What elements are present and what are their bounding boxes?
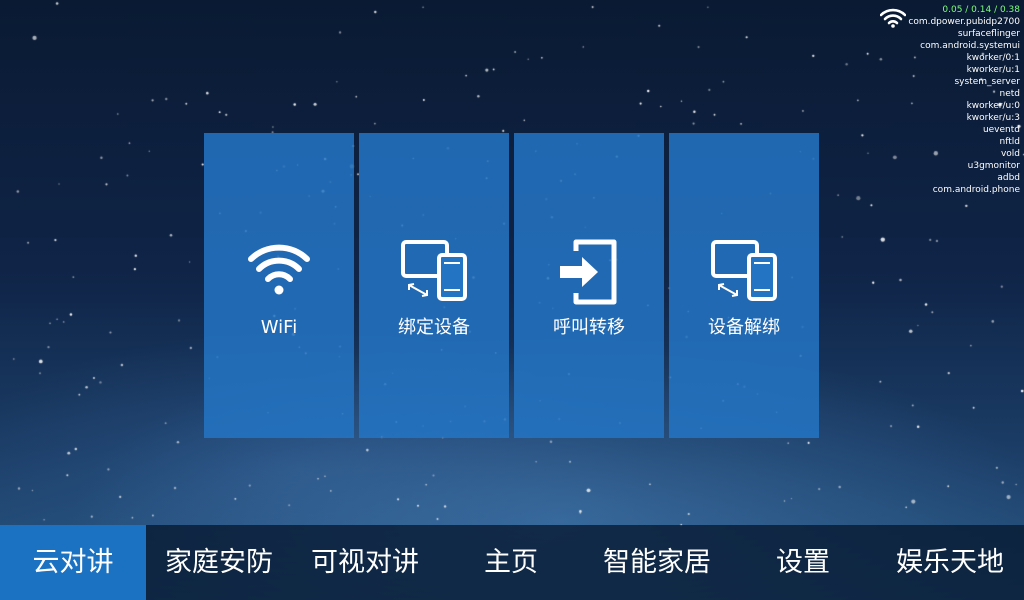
process-name: kworker/u:1 xyxy=(966,65,1020,75)
bind-device-tile[interactable]: 绑定设备 xyxy=(359,133,509,438)
process-name: kworker/0:1 xyxy=(966,53,1020,63)
tile-label: 设备解绑 xyxy=(708,317,780,338)
debug-process-overlay: 0.05 / 0.14 / 0.38 com.dpower.pubidp2700… xyxy=(820,4,1020,196)
wifi-tile[interactable]: WiFi xyxy=(204,133,354,438)
process-name: surfaceflinger xyxy=(957,29,1020,39)
nav-item-smart-home[interactable]: 智能家居 xyxy=(584,525,730,600)
tile-label: WiFi xyxy=(260,317,298,338)
bottom-nav-bar: 云对讲 家庭安防 可视对讲 主页 智能家居 设置 娱乐天地 xyxy=(0,525,1024,600)
process-name: com.dpower.pubidp2700 xyxy=(908,17,1020,27)
wifi-icon xyxy=(248,244,310,295)
tile-label: 绑定设备 xyxy=(398,317,470,338)
call-forward-tile[interactable]: 呼叫转移 xyxy=(514,133,664,438)
process-name: com.android.phone xyxy=(932,185,1020,195)
process-name: adbd xyxy=(997,173,1020,183)
devices-link-icon xyxy=(401,240,467,301)
devices-unlink-icon xyxy=(711,240,777,301)
process-name: system_server xyxy=(954,77,1020,87)
process-name: kworker/u:0 xyxy=(966,101,1020,111)
cpu-load-readout: 0.05 / 0.14 / 0.38 xyxy=(942,5,1020,15)
process-name: nftld xyxy=(999,137,1020,147)
call-forward-icon xyxy=(560,239,617,305)
nav-item-home-security[interactable]: 家庭安防 xyxy=(146,525,292,600)
nav-item-video-intercom[interactable]: 可视对讲 xyxy=(292,525,438,600)
nav-item-entertainment[interactable]: 娱乐天地 xyxy=(876,525,1024,600)
process-name: com.android.systemui xyxy=(920,41,1020,51)
unbind-device-tile[interactable]: 设备解绑 xyxy=(669,133,819,438)
nav-item-home[interactable]: 主页 xyxy=(438,525,584,600)
process-name: kworker/u:3 xyxy=(966,113,1020,123)
process-name: u3gmonitor xyxy=(967,161,1020,171)
process-name: netd xyxy=(999,89,1020,99)
nav-item-settings[interactable]: 设置 xyxy=(730,525,876,600)
process-name: vold xyxy=(1000,149,1020,159)
nav-item-cloud-intercom[interactable]: 云对讲 xyxy=(0,525,146,600)
tile-label: 呼叫转移 xyxy=(553,317,625,338)
process-name: ueventd xyxy=(982,125,1020,135)
